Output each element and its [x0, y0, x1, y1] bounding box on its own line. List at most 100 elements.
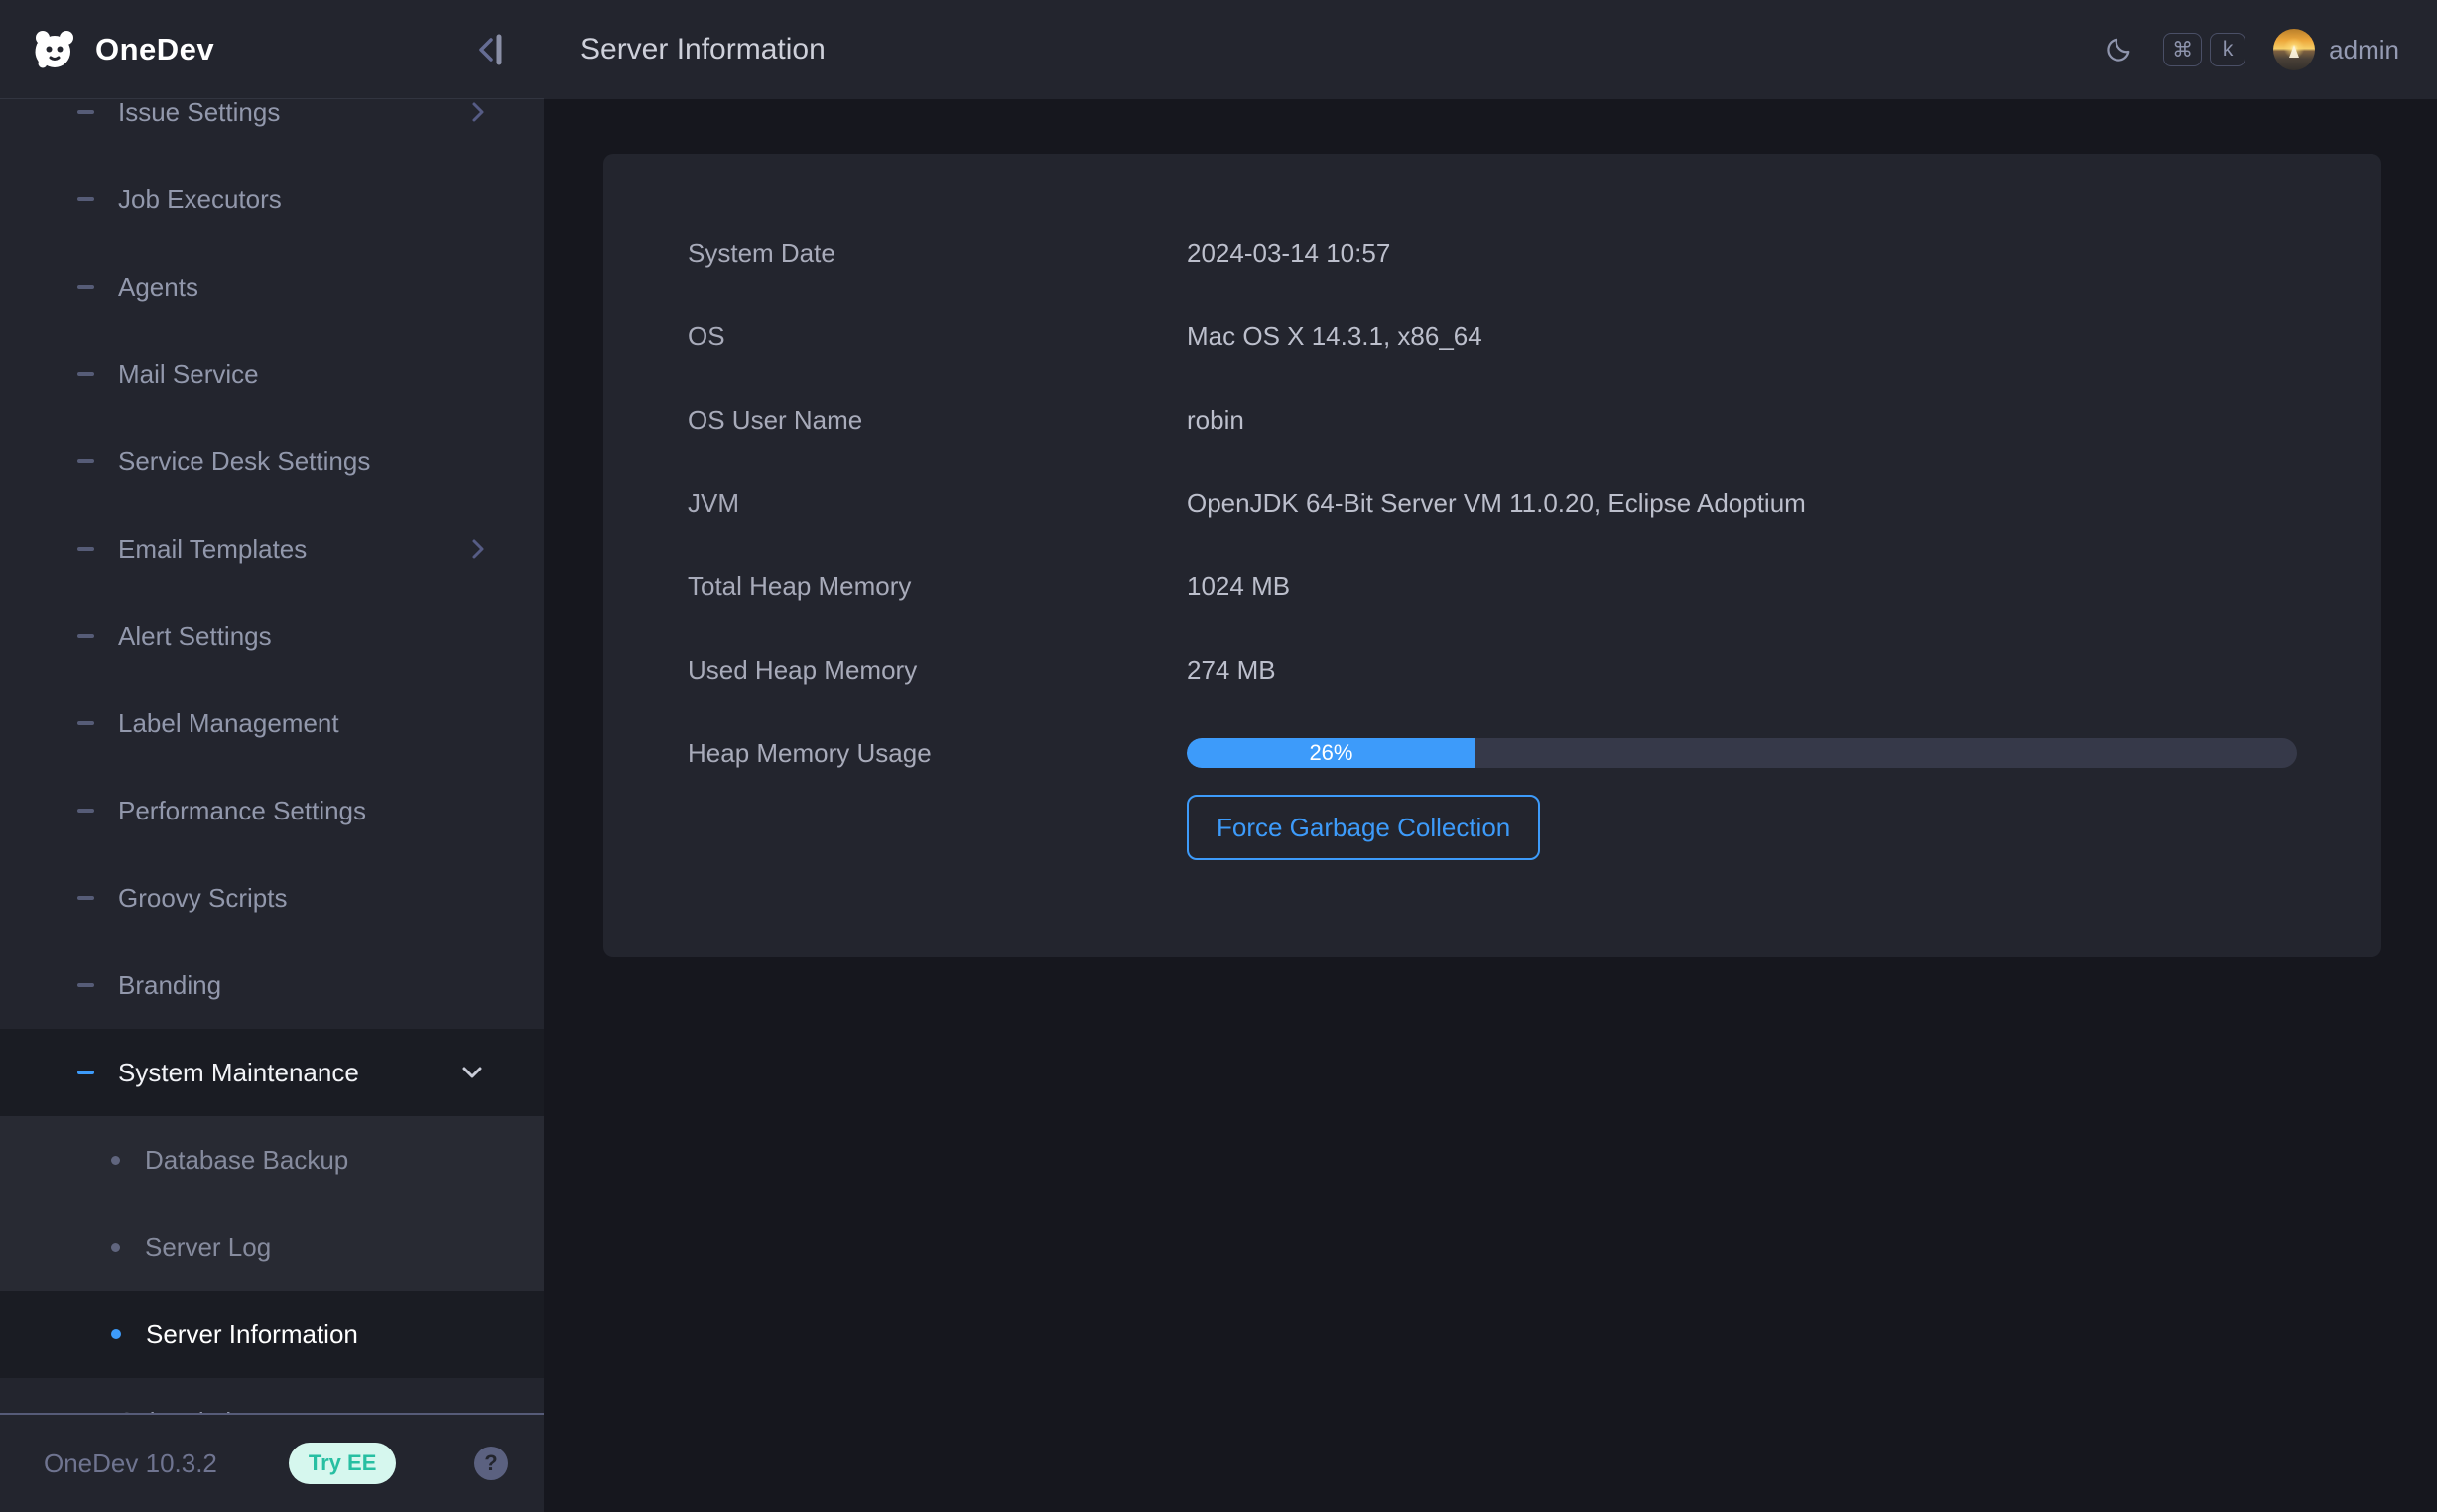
info-value: Mac OS X 14.3.1, x86_64	[1187, 321, 2381, 352]
avatar-sailboat	[2289, 45, 2299, 58]
dash-icon	[77, 372, 94, 376]
sidebar-item-issue-settings[interactable]: Issue Settings	[0, 99, 544, 156]
chevron-down-icon	[458, 1065, 486, 1080]
sidebar-item-label: Job Executors	[118, 185, 282, 215]
info-label: OS	[688, 321, 1187, 352]
app-root: OneDev Issue Settings	[0, 0, 2437, 1512]
shortcut-key-cmd: ⌘	[2163, 33, 2202, 66]
sidebar-item-server-information[interactable]: Server Information	[0, 1291, 544, 1378]
sidebar-header: OneDev	[0, 0, 544, 99]
sidebar-item-service-desk-settings[interactable]: Service Desk Settings	[0, 418, 544, 505]
bullet-icon	[111, 1156, 120, 1165]
sidebar-item-label: Email Templates	[118, 534, 307, 565]
heap-progress-cell: 26%	[1187, 738, 2381, 768]
info-row-os: OS Mac OS X 14.3.1, x86_64	[688, 295, 2381, 378]
heap-progress-percent-label: 26%	[1309, 740, 1352, 766]
dash-icon	[77, 547, 94, 551]
info-label: Heap Memory Usage	[688, 738, 1187, 769]
info-value: robin	[1187, 405, 2381, 436]
sidebar-item-server-log[interactable]: Server Log	[0, 1203, 544, 1291]
user-name[interactable]: admin	[2329, 35, 2399, 65]
info-label: System Date	[688, 238, 1187, 269]
sidebar-item-label: Database Backup	[145, 1145, 348, 1176]
chevron-right-icon	[470, 535, 486, 563]
sidebar-item-performance-settings[interactable]: Performance Settings	[0, 767, 544, 854]
info-value: 274 MB	[1187, 655, 2381, 686]
dash-icon	[77, 459, 94, 463]
page-title: Server Information	[580, 33, 826, 66]
sidebar-item-label-management[interactable]: Label Management	[0, 680, 544, 767]
onedev-logo-icon	[30, 25, 79, 74]
sidebar-item-label: System Maintenance	[118, 1058, 359, 1088]
info-label: OS User Name	[688, 405, 1187, 436]
sidebar-item-label: Label Management	[118, 708, 339, 739]
heap-progress-fill: 26%	[1187, 738, 1475, 768]
sidebar-footer: OneDev 10.3.2 Try EE ?	[0, 1413, 544, 1512]
sidebar-menu-list: Issue Settings Job Executors Agents	[0, 99, 544, 1413]
bullet-icon	[111, 1243, 120, 1252]
info-value: 1024 MB	[1187, 571, 2381, 602]
sidebar-item-label: Mail Service	[118, 359, 259, 390]
dash-icon	[77, 896, 94, 900]
sidebar-item-label: Performance Settings	[118, 796, 366, 826]
info-row-heap-memory-usage: Heap Memory Usage 26%	[688, 711, 2381, 795]
sidebar-item-label: Alert Settings	[118, 621, 272, 652]
gc-button-cell: Force Garbage Collection	[1187, 795, 2381, 860]
dark-mode-toggle-moon-icon[interactable]	[2104, 35, 2133, 64]
info-label: JVM	[688, 488, 1187, 519]
force-garbage-collection-button[interactable]: Force Garbage Collection	[1187, 795, 1540, 860]
dash-icon	[77, 721, 94, 725]
gc-button-row: Force Garbage Collection	[688, 795, 2381, 860]
user-avatar[interactable]	[2273, 29, 2315, 70]
info-row-os-user-name: OS User Name robin	[688, 378, 2381, 461]
info-row-system-date: System Date 2024-03-14 10:57	[688, 211, 2381, 295]
info-row-used-heap-memory: Used Heap Memory 274 MB	[688, 628, 2381, 711]
sidebar-item-label: Branding	[118, 970, 221, 1001]
heap-progress-track: 26%	[1187, 738, 2297, 768]
sidebar: OneDev Issue Settings	[0, 0, 544, 1512]
bullet-icon	[111, 1329, 121, 1339]
sidebar-item-alert-settings[interactable]: Alert Settings	[0, 592, 544, 680]
info-label: Used Heap Memory	[688, 655, 1187, 686]
version-label: OneDev 10.3.2	[44, 1449, 217, 1479]
sidebar-item-subscription-management[interactable]: Subscription Management	[0, 1378, 544, 1413]
server-info-card: System Date 2024-03-14 10:57 OS Mac OS X…	[603, 154, 2381, 957]
sidebar-item-agents[interactable]: Agents	[0, 243, 544, 330]
dash-icon	[77, 983, 94, 987]
sidebar-collapse-button[interactable]	[474, 30, 508, 69]
dash-icon	[77, 110, 94, 114]
dash-icon	[77, 809, 94, 813]
info-row-total-heap-memory: Total Heap Memory 1024 MB	[688, 545, 2381, 628]
sidebar-item-email-templates[interactable]: Email Templates	[0, 505, 544, 592]
sidebar-item-label: Groovy Scripts	[118, 883, 288, 914]
dash-icon	[77, 634, 94, 638]
sidebar-item-label: Agents	[118, 272, 198, 303]
sidebar-item-database-backup[interactable]: Database Backup	[0, 1116, 544, 1203]
brand-name: OneDev	[95, 32, 474, 67]
help-button[interactable]: ?	[474, 1447, 508, 1480]
sidebar-item-system-maintenance[interactable]: System Maintenance	[0, 1029, 544, 1116]
info-label: Total Heap Memory	[688, 571, 1187, 602]
topbar-right-cluster: ⌘ k admin	[2104, 29, 2399, 70]
sidebar-item-label: Server Information	[146, 1320, 358, 1350]
main-area: Server Information ⌘ k admin System Date…	[544, 0, 2437, 1512]
info-value: 2024-03-14 10:57	[1187, 238, 2381, 269]
sidebar-item-label: Issue Settings	[118, 99, 280, 128]
dash-icon	[77, 197, 94, 201]
shortcut-key-k: k	[2210, 33, 2245, 66]
sidebar-menu: Issue Settings Job Executors Agents	[0, 99, 544, 1413]
sidebar-item-label: Subscription Management	[118, 1407, 418, 1414]
sidebar-item-mail-service[interactable]: Mail Service	[0, 330, 544, 418]
dash-icon	[77, 1071, 94, 1074]
main-content: System Date 2024-03-14 10:57 OS Mac OS X…	[544, 99, 2437, 1512]
sidebar-item-branding[interactable]: Branding	[0, 942, 544, 1029]
chevron-right-icon	[470, 99, 486, 126]
info-value: OpenJDK 64-Bit Server VM 11.0.20, Eclips…	[1187, 488, 2381, 519]
sidebar-item-job-executors[interactable]: Job Executors	[0, 156, 544, 243]
dash-icon	[77, 285, 94, 289]
try-ee-badge[interactable]: Try EE	[289, 1443, 396, 1484]
topbar: Server Information ⌘ k admin	[544, 0, 2437, 99]
info-row-jvm: JVM OpenJDK 64-Bit Server VM 11.0.20, Ec…	[688, 461, 2381, 545]
sidebar-item-label: Server Log	[145, 1232, 271, 1263]
sidebar-item-groovy-scripts[interactable]: Groovy Scripts	[0, 854, 544, 942]
